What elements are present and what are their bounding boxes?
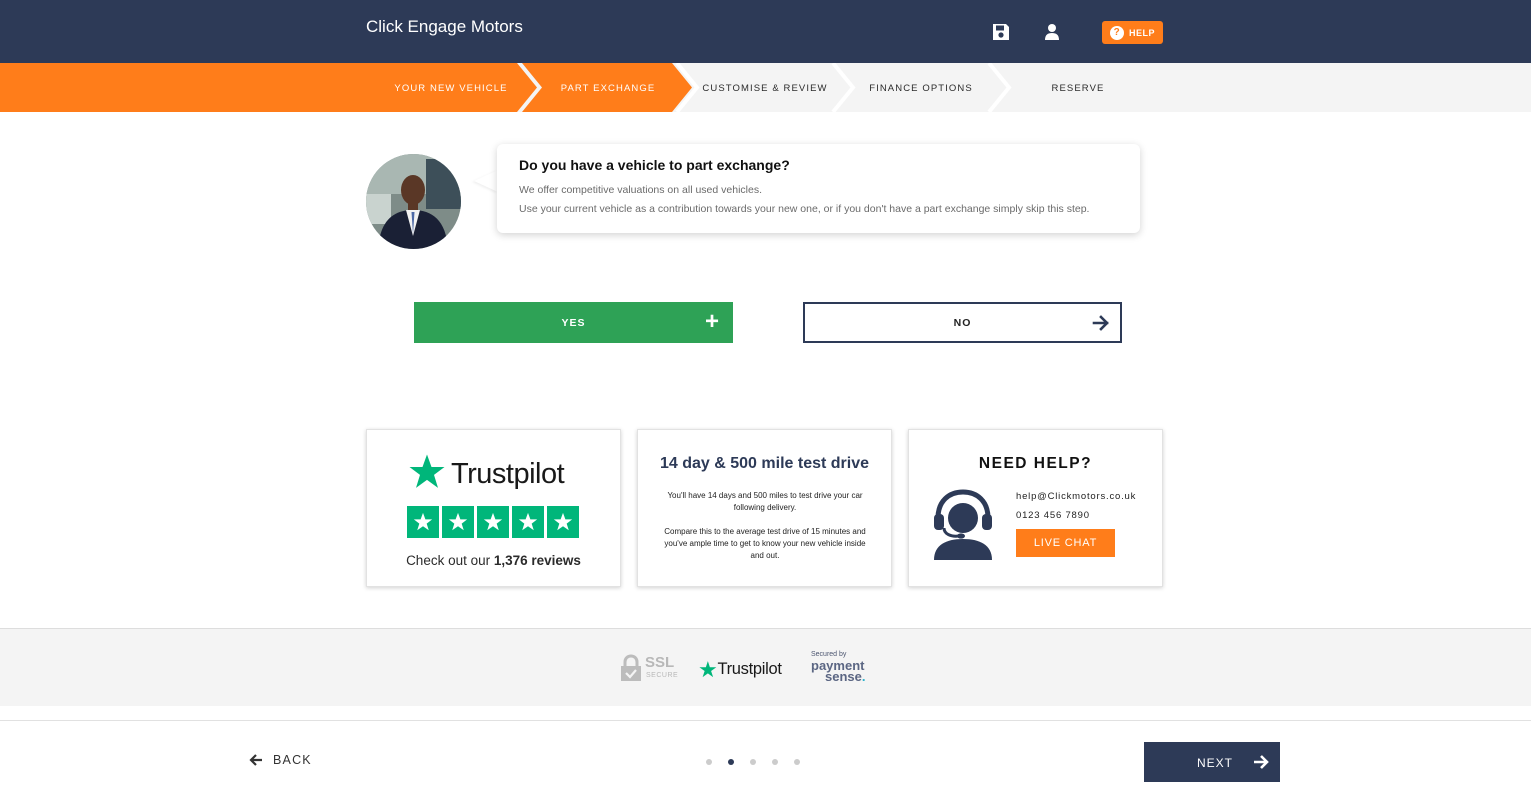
arrow-right-icon xyxy=(1254,755,1269,769)
test-drive-para-1: You'll have 14 days and 500 miles to tes… xyxy=(667,491,863,512)
paymentsense-dot: . xyxy=(861,669,866,684)
need-help-card: NEED HELP? help@Clickmotors.co.uk 0123 4… xyxy=(908,429,1163,587)
test-drive-para-2: Compare this to the average test drive o… xyxy=(664,527,866,560)
page-dot-active[interactable] xyxy=(728,759,734,765)
page-dot[interactable] xyxy=(706,759,712,765)
intro-line-1: We offer competitive valuations on all u… xyxy=(519,184,762,196)
star-icon xyxy=(547,506,579,538)
step-finance-options[interactable]: FINANCE OPTIONS xyxy=(869,83,973,94)
user-icon[interactable] xyxy=(1042,22,1062,42)
step-part-exchange[interactable]: PART EXCHANGE xyxy=(561,83,656,94)
bubble-tail xyxy=(474,170,498,192)
advisor-avatar xyxy=(366,154,461,249)
trustpilot-badge-label: Trustpilot xyxy=(717,660,782,678)
page-dot[interactable] xyxy=(750,759,756,765)
arrow-right-icon xyxy=(1092,315,1109,331)
ssl-label: SSL xyxy=(645,654,675,671)
page-dot[interactable] xyxy=(794,759,800,765)
arrow-left-icon xyxy=(249,754,262,766)
back-label: BACK xyxy=(273,753,312,767)
star-rating xyxy=(407,506,579,538)
ssl-secure-label: SECURE xyxy=(646,672,679,679)
back-button[interactable]: BACK xyxy=(249,753,312,767)
progress-steps: YOUR NEW VEHICLE PART EXCHANGE CUSTOMISE… xyxy=(0,63,1531,112)
help-phone[interactable]: 0123 456 7890 xyxy=(1016,510,1090,521)
secured-by-label: Secured by xyxy=(811,651,847,658)
reviews-link[interactable]: Check out our 1,376 reviews xyxy=(367,553,620,568)
trustpilot-star-icon: ★ xyxy=(698,657,718,682)
intro-question: Do you have a vehicle to part exchange? xyxy=(519,157,790,173)
page-dot[interactable] xyxy=(772,759,778,765)
step-reserve[interactable]: RESERVE xyxy=(1052,83,1105,94)
trustpilot-badge: ★Trustpilot xyxy=(698,657,782,683)
save-icon[interactable] xyxy=(991,22,1011,42)
reviews-count: 1,376 reviews xyxy=(493,553,581,568)
no-button[interactable]: NO xyxy=(803,302,1122,343)
intro-bubble: Do you have a vehicle to part exchange? … xyxy=(497,144,1140,233)
ssl-badge: SSL SECURE xyxy=(620,654,678,687)
next-button[interactable]: NEXT xyxy=(1144,742,1280,782)
no-label: NO xyxy=(953,316,972,329)
star-icon xyxy=(477,506,509,538)
star-icon xyxy=(512,506,544,538)
step-customise-review[interactable]: CUSTOMISE & REVIEW xyxy=(702,83,827,94)
padlock-icon xyxy=(621,654,641,681)
need-help-title: NEED HELP? xyxy=(978,455,1093,472)
top-bar: Click Engage Motors ? HELP xyxy=(0,0,1531,63)
live-chat-button[interactable]: LIVE CHAT xyxy=(1016,529,1115,557)
help-label: HELP xyxy=(1128,27,1155,38)
star-icon xyxy=(407,506,439,538)
paymentsense-word-2-text: sense xyxy=(825,669,862,684)
test-drive-card: 14 day & 500 mile test drive You'll have… xyxy=(637,429,892,587)
trustpilot-logo-text: Trustpilot xyxy=(451,458,565,490)
step-your-new-vehicle[interactable]: YOUR NEW VEHICLE xyxy=(394,83,507,94)
help-button[interactable]: ? HELP xyxy=(1102,21,1163,44)
paymentsense-badge: Secured by payment sense. xyxy=(811,651,866,683)
trustpilot-star-icon xyxy=(409,454,445,488)
reviews-prefix: Check out our xyxy=(406,553,494,568)
intro-line-2: Use your current vehicle as a contributi… xyxy=(519,203,1090,215)
help-email[interactable]: help@Clickmotors.co.uk xyxy=(1016,491,1136,502)
next-label: NEXT xyxy=(1197,756,1234,770)
yes-label: YES xyxy=(561,316,586,329)
trust-strip-divider xyxy=(0,706,1531,721)
page-indicator xyxy=(706,759,800,765)
test-drive-title: 14 day & 500 mile test drive xyxy=(660,455,869,472)
plus-icon: + xyxy=(704,308,720,335)
app-title: Click Engage Motors xyxy=(366,17,523,36)
headset-agent-icon xyxy=(934,489,992,560)
yes-button[interactable]: YES + xyxy=(414,302,733,343)
trustpilot-card[interactable]: Trustpilot Check out our 1,376 reviews xyxy=(366,429,621,587)
trust-badges: SSL SECURE ★Trustpilot Secured by paymen… xyxy=(0,628,1531,706)
question-icon: ? xyxy=(1109,25,1124,40)
star-icon xyxy=(442,506,474,538)
